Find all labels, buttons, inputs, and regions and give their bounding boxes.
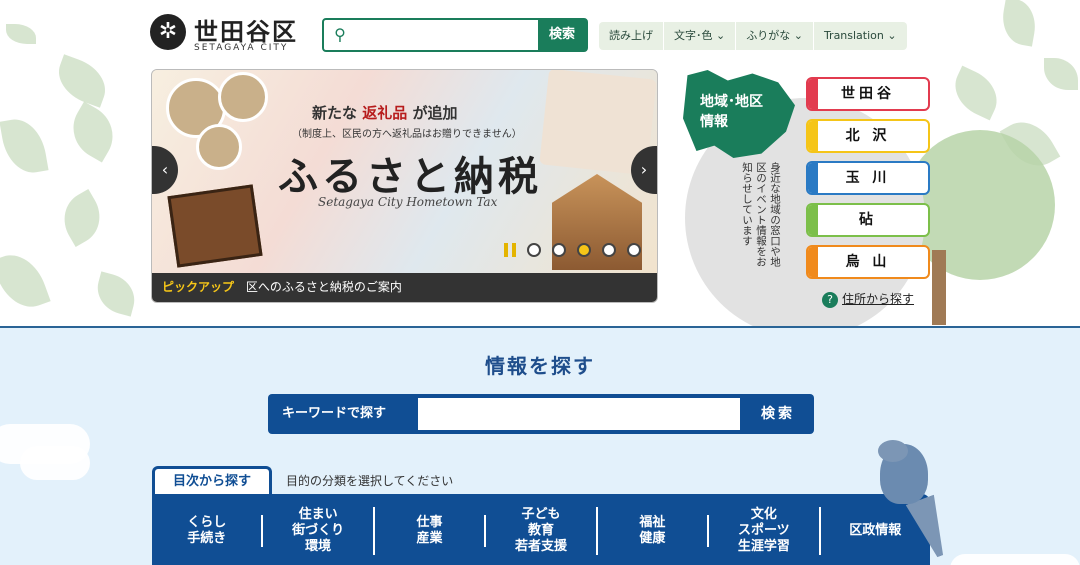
accessibility-tools: 読み上げ 文字･色 ⌄ ふりがな ⌄ Translation ⌄ bbox=[599, 22, 907, 50]
category-housing[interactable]: 住まい 街づくり 環境 bbox=[263, 506, 375, 555]
area-color-bar bbox=[808, 121, 818, 151]
search-button[interactable]: 検索 bbox=[538, 20, 586, 50]
address-link-text: 住所から探す bbox=[842, 292, 915, 306]
slide-subtitle-emphasis: 返礼品 bbox=[362, 104, 408, 122]
slide-subtitle-pre: 新たな bbox=[312, 104, 358, 122]
keyword-search-button[interactable]: 検索 bbox=[742, 394, 814, 434]
category-administration[interactable]: 区政情報 bbox=[821, 523, 930, 539]
area-button-karasuyama[interactable]: 烏 山 bbox=[806, 245, 930, 279]
area-button-tamagawa[interactable]: 玉 川 bbox=[806, 161, 930, 195]
leaf-decoration bbox=[6, 24, 36, 44]
logo-name: 世田谷区 bbox=[194, 18, 298, 46]
search-by-address-link[interactable]: ? 住所から探す bbox=[822, 290, 914, 308]
leaf-decoration bbox=[92, 271, 140, 317]
keyword-input[interactable] bbox=[418, 398, 740, 430]
slide-note: （制度上、区民の方へ返礼品はお贈りできません） bbox=[292, 129, 522, 140]
find-information-section: 情報を探す キーワードで探す 検索 目次から探す 目的の分類を選択してください … bbox=[0, 326, 1080, 565]
bento-illustration bbox=[167, 184, 263, 268]
read-aloud-button[interactable]: 読み上げ bbox=[599, 22, 664, 50]
category-children[interactable]: 子ども 教育 若者支援 bbox=[486, 506, 598, 555]
slider-dot[interactable] bbox=[552, 243, 566, 257]
leaf-decoration bbox=[53, 188, 111, 248]
cloud-decoration bbox=[950, 554, 1080, 565]
area-button-kitazawa[interactable]: 北 沢 bbox=[806, 119, 930, 153]
find-section-title: 情報を探す bbox=[485, 354, 595, 378]
leaf-decoration bbox=[998, 0, 1040, 47]
area-button-label: 北 沢 bbox=[845, 128, 891, 144]
slide-caption[interactable]: ピックアップ 区へのふるさと納税のご案内 bbox=[152, 273, 657, 302]
search-icon: ⚲ bbox=[334, 25, 346, 44]
category-culture[interactable]: 文化 スポーツ 生涯学習 bbox=[709, 506, 821, 555]
area-button-label: 烏 山 bbox=[845, 254, 891, 270]
area-button-label: 世田谷 bbox=[841, 86, 895, 102]
leaf-decoration bbox=[51, 54, 113, 108]
slide-subtitle: 新たな 返礼品 が追加 bbox=[312, 102, 458, 123]
area-button-label: 砧 bbox=[859, 212, 877, 228]
cloud-decoration bbox=[20, 446, 90, 480]
dish-illustration bbox=[218, 72, 268, 122]
slider-dot[interactable] bbox=[627, 243, 641, 257]
area-button-setagaya[interactable]: 世田谷 bbox=[806, 77, 930, 111]
category-living[interactable]: くらし 手続き bbox=[152, 514, 264, 547]
area-color-bar bbox=[808, 163, 818, 193]
slide-title: ふるさと納税 bbox=[278, 153, 542, 200]
slider-dot[interactable] bbox=[602, 243, 616, 257]
question-icon: ? bbox=[822, 292, 838, 308]
translation-menu[interactable]: Translation ⌄ bbox=[814, 22, 907, 50]
leaf-decoration bbox=[0, 246, 51, 316]
area-color-bar bbox=[808, 247, 818, 277]
leaf-decoration bbox=[62, 101, 124, 163]
bird-illustration bbox=[878, 440, 908, 462]
area-heading-line1: 地域･地区 bbox=[700, 94, 763, 110]
tab-table-of-contents[interactable]: 目次から探す bbox=[152, 466, 272, 496]
tree-trunk bbox=[932, 250, 946, 325]
pickup-label: ピックアップ bbox=[162, 280, 235, 294]
site-logo[interactable]: ✲ 世田谷区 SETAGAYA CITY bbox=[150, 14, 310, 56]
logo-english: SETAGAYA CITY bbox=[194, 43, 289, 53]
category-work[interactable]: 仕事 産業 bbox=[375, 514, 487, 547]
furigana-menu[interactable]: ふりがな ⌄ bbox=[736, 22, 814, 50]
leaf-decoration bbox=[1044, 58, 1078, 90]
slide-subtitle-post: が追加 bbox=[412, 104, 458, 122]
area-color-bar bbox=[808, 205, 818, 235]
keyword-search-bar: キーワードで探す 検索 bbox=[268, 394, 814, 434]
area-color-bar bbox=[808, 79, 818, 109]
slider-dot[interactable] bbox=[577, 243, 591, 257]
tab-hint: 目的の分類を選択してください bbox=[286, 474, 454, 488]
caption-text: 区へのふるさと納税のご案内 bbox=[245, 280, 402, 294]
pause-icon[interactable] bbox=[504, 243, 516, 257]
slider-dots bbox=[504, 243, 641, 257]
site-search: ⚲ 検索 bbox=[322, 18, 588, 52]
search-input[interactable] bbox=[356, 20, 538, 50]
leaf-decoration bbox=[946, 65, 1006, 121]
area-description: 身近な地域の窓口や地区のイベント情報をお知らせしています bbox=[741, 162, 781, 267]
slider-dot[interactable] bbox=[527, 243, 541, 257]
leaf-decoration bbox=[0, 114, 49, 178]
keyword-label: キーワードで探す bbox=[282, 406, 387, 421]
dish-illustration bbox=[196, 124, 242, 170]
text-color-menu[interactable]: 文字･色 ⌄ bbox=[664, 22, 737, 50]
category-nav: くらし 手続き 住まい 街づくり 環境 仕事 産業 子ども 教育 若者支援 福祉… bbox=[152, 494, 930, 565]
city-emblem-icon: ✲ bbox=[150, 14, 186, 50]
area-info-heading: 地域･地区 情報 bbox=[700, 92, 763, 132]
pickup-slider[interactable]: 新たな 返礼品 が追加 （制度上、区民の方へ返礼品はお贈りできません） ふるさと… bbox=[151, 69, 658, 303]
area-heading-line2: 情報 bbox=[700, 114, 728, 130]
category-welfare[interactable]: 福祉 健康 bbox=[598, 514, 710, 547]
area-button-label: 玉 川 bbox=[845, 170, 891, 186]
area-button-kinuta[interactable]: 砧 bbox=[806, 203, 930, 237]
slide-title-english: Setagaya City Hometown Tax bbox=[318, 195, 498, 209]
